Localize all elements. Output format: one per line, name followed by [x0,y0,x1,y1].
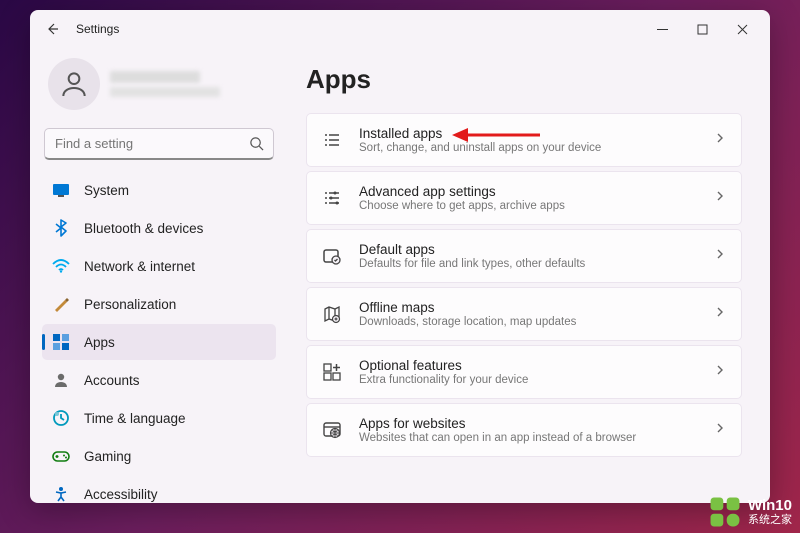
offline-icon [321,303,343,325]
window-controls [642,14,762,44]
titlebar: Settings [30,10,770,48]
sidebar-item-apps[interactable]: Apps [42,324,276,360]
profile-email-redacted [110,87,220,97]
card-title: Default apps [359,242,713,257]
watermark-text: Win10 系统之家 [748,498,792,527]
settings-window: Settings System Bluetooth & devices [30,10,770,503]
sidebar-item-accessibility[interactable]: Accessibility [42,476,276,503]
card-subtitle: Sort, change, and uninstall apps on your… [359,142,713,154]
sidebar-item-label: Accounts [84,373,140,388]
window-body: System Bluetooth & devices Network & inter… [30,48,770,503]
card-subtitle: Defaults for file and link types, other … [359,258,713,270]
back-arrow-icon [44,21,60,37]
chevron-right-icon [713,189,727,208]
chevron-right-icon [713,131,727,150]
sidebar-item-label: System [84,183,129,198]
gaming-icon [52,447,70,465]
default-icon [321,245,343,267]
sidebar-item-system[interactable]: System [42,172,276,208]
close-icon [737,24,748,35]
card-optional[interactable]: Optional features Extra functionality fo… [306,345,742,399]
watermark-line1: Win10 [748,498,792,515]
watermark: Win10 系统之家 [708,495,792,529]
time-icon [52,409,70,427]
card-offline[interactable]: Offline maps Downloads, storage location… [306,287,742,341]
sidebar-item-time[interactable]: Time & language [42,400,276,436]
card-text: Default apps Defaults for file and link … [359,242,713,270]
chevron-right-icon [713,363,727,382]
personalization-icon [52,295,70,313]
avatar [48,58,100,110]
sidebar-item-label: Personalization [84,297,176,312]
profile-name-redacted [110,71,200,83]
sidebar-item-personalization[interactable]: Personalization [42,286,276,322]
websites-icon [321,419,343,441]
sidebar-item-accounts[interactable]: Accounts [42,362,276,398]
apps-icon [52,333,70,351]
minimize-icon [657,24,668,35]
card-subtitle: Choose where to get apps, archive apps [359,200,713,212]
watermark-logo-icon [708,495,742,529]
card-text: Installed apps Sort, change, and uninsta… [359,126,713,154]
window-title: Settings [76,22,119,36]
accounts-icon [52,371,70,389]
back-button[interactable] [38,15,66,43]
card-title: Installed apps [359,126,713,141]
card-subtitle: Extra functionality for your device [359,374,713,386]
chevron-right-icon [713,247,727,266]
card-title: Advanced app settings [359,184,713,199]
cards-list: Installed apps Sort, change, and uninsta… [306,113,742,457]
minimize-button[interactable] [642,14,682,44]
card-subtitle: Downloads, storage location, map updates [359,316,713,328]
page-title: Apps [306,64,742,95]
optional-icon [321,361,343,383]
sidebar-item-label: Time & language [84,411,186,426]
card-installed[interactable]: Installed apps Sort, change, and uninsta… [306,113,742,167]
person-icon [58,68,90,100]
profile-info [110,71,270,97]
advanced-icon [321,187,343,209]
nav-list: System Bluetooth & devices Network & inter… [42,172,276,503]
card-text: Apps for websites Websites that can open… [359,416,713,444]
card-websites[interactable]: Apps for websites Websites that can open… [306,403,742,457]
chevron-right-icon [713,421,727,440]
card-text: Offline maps Downloads, storage location… [359,300,713,328]
sidebar-item-label: Apps [84,335,115,350]
card-title: Apps for websites [359,416,713,431]
card-text: Optional features Extra functionality fo… [359,358,713,386]
close-button[interactable] [722,14,762,44]
maximize-button[interactable] [682,14,722,44]
chevron-right-icon [713,305,727,324]
card-title: Optional features [359,358,713,373]
watermark-line2: 系统之家 [748,514,792,526]
card-subtitle: Websites that can open in an app instead… [359,432,713,444]
bluetooth-icon [52,219,70,237]
maximize-icon [697,24,708,35]
system-icon [52,181,70,199]
sidebar-item-network[interactable]: Network & internet [42,248,276,284]
search-input[interactable] [44,128,274,160]
accessibility-icon [52,485,70,503]
installed-icon [321,129,343,151]
sidebar-item-label: Accessibility [84,487,158,502]
card-title: Offline maps [359,300,713,315]
card-text: Advanced app settings Choose where to ge… [359,184,713,212]
search-field [44,128,274,160]
sidebar-item-gaming[interactable]: Gaming [42,438,276,474]
sidebar: System Bluetooth & devices Network & inter… [30,48,288,503]
network-icon [52,257,70,275]
sidebar-item-label: Bluetooth & devices [84,221,203,236]
sidebar-item-bluetooth[interactable]: Bluetooth & devices [42,210,276,246]
content-area: Apps Installed apps Sort, change, and un… [288,48,770,503]
profile-section[interactable] [42,54,276,124]
sidebar-item-label: Gaming [84,449,131,464]
card-advanced[interactable]: Advanced app settings Choose where to ge… [306,171,742,225]
sidebar-item-label: Network & internet [84,259,195,274]
card-default[interactable]: Default apps Defaults for file and link … [306,229,742,283]
